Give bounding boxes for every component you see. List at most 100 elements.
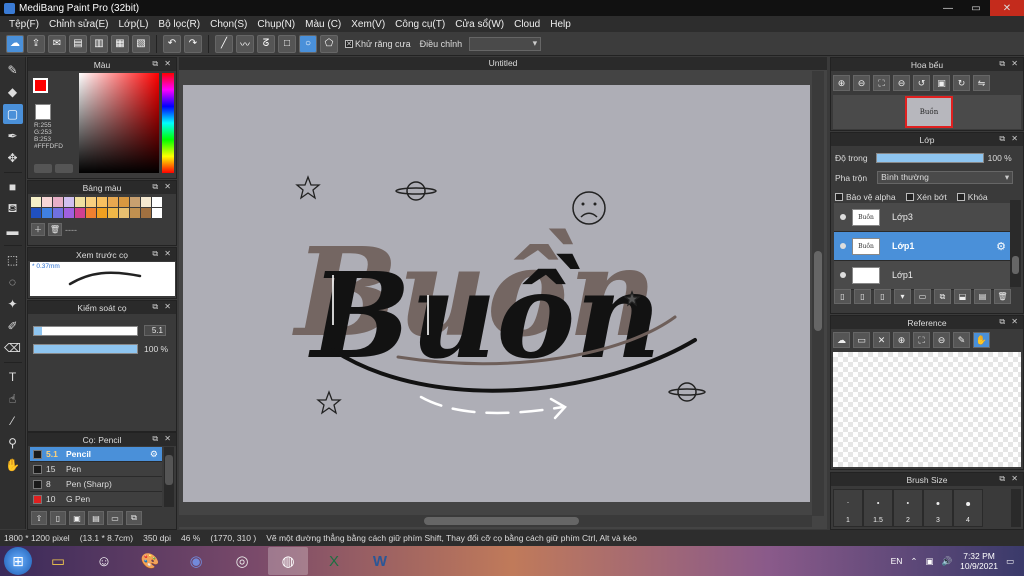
fill-rect-tool-icon[interactable]: ■ bbox=[3, 177, 23, 197]
menu-window[interactable]: Cửa sổ(W) bbox=[450, 19, 509, 30]
color-mode-button[interactable] bbox=[34, 164, 52, 173]
antialias-checkbox[interactable]: ✕ bbox=[345, 39, 353, 48]
excel-icon[interactable]: X bbox=[314, 547, 354, 575]
paint-palette-icon[interactable]: 🎨 bbox=[130, 547, 170, 575]
new-8bit-layer-icon[interactable]: ▯ bbox=[874, 289, 891, 304]
new-halftone-layer-icon[interactable]: ▯ bbox=[854, 289, 871, 304]
hue-slider[interactable] bbox=[162, 73, 174, 173]
actual-size-icon[interactable]: ⊖ bbox=[893, 75, 910, 91]
gear-icon[interactable]: ⚙ bbox=[996, 240, 1006, 253]
chrome-icon[interactable]: ◎ bbox=[222, 547, 262, 575]
panel-buttons[interactable]: ⧉ ✕ bbox=[152, 249, 173, 259]
panel-buttons[interactable]: ⧉ ✕ bbox=[999, 474, 1020, 484]
palette-swatch[interactable] bbox=[86, 197, 96, 207]
gradient-tool-icon[interactable]: ▬ bbox=[3, 221, 23, 241]
rectangle-tool-icon[interactable]: □ bbox=[278, 34, 296, 53]
brush-item[interactable]: 5.1 Pencil ⚙ bbox=[30, 447, 162, 462]
polyline-tool-icon[interactable]: 〰 bbox=[236, 34, 254, 53]
close-button[interactable]: ✕ bbox=[990, 0, 1024, 16]
palette-swatch[interactable] bbox=[53, 197, 63, 207]
brush-size-cell[interactable]: 4 bbox=[953, 489, 983, 527]
panel-buttons[interactable]: ⧉ ✕ bbox=[152, 59, 173, 69]
fit-icon[interactable]: ⛶ bbox=[873, 75, 890, 91]
lock-toggle[interactable]: Khóa bbox=[956, 192, 988, 202]
menu-file[interactable]: Tệp(F) bbox=[4, 19, 44, 30]
brush-tool-icon[interactable]: ✎ bbox=[3, 60, 23, 80]
visibility-icon[interactable] bbox=[840, 214, 846, 220]
menu-select[interactable]: Chọn(S) bbox=[205, 19, 252, 30]
canvas-horizontal-scrollbar[interactable] bbox=[179, 515, 812, 527]
start-button[interactable]: ⊞ bbox=[4, 547, 32, 575]
brush-size-cell[interactable]: 1 bbox=[833, 489, 863, 527]
color-swap-button[interactable] bbox=[55, 164, 73, 173]
reference-canvas[interactable] bbox=[833, 352, 1021, 467]
palette-swatch[interactable] bbox=[31, 208, 41, 218]
blend-mode-dropdown[interactable]: Bình thường bbox=[877, 171, 1014, 184]
eraser-tool-icon[interactable]: ◆ bbox=[3, 82, 23, 102]
transparent-color-swatch[interactable] bbox=[35, 104, 51, 120]
navigator-thumbnail[interactable]: Buồn bbox=[833, 95, 1021, 129]
antialias-toggle[interactable]: ✕ Khử răng cưa bbox=[345, 39, 411, 49]
palette-swatch[interactable] bbox=[42, 197, 52, 207]
delete-palette-icon[interactable]: 🗑 bbox=[48, 223, 62, 236]
bucket-tool-icon[interactable]: ⛾ bbox=[3, 199, 23, 219]
curve-tool-icon[interactable]: ᘔ bbox=[257, 34, 275, 53]
menu-filter[interactable]: Bộ lọc(R) bbox=[153, 19, 205, 30]
brush-size-scrollbar[interactable] bbox=[1011, 489, 1021, 527]
share-icon[interactable]: ⇪ bbox=[27, 34, 45, 53]
menu-tools[interactable]: Công cụ(T) bbox=[390, 19, 450, 30]
panel-buttons[interactable]: ⧉ ✕ bbox=[152, 434, 173, 444]
layer-item[interactable]: Lớp1 bbox=[834, 261, 1010, 290]
visibility-icon[interactable] bbox=[840, 272, 846, 278]
delete-layer-icon[interactable]: 🗑 bbox=[994, 289, 1011, 304]
palette-swatch[interactable] bbox=[75, 197, 85, 207]
zoom-in-icon[interactable]: ⊕ bbox=[833, 75, 850, 91]
flip-icon[interactable]: ⇋ bbox=[973, 75, 990, 91]
move-tool-icon[interactable]: ✥ bbox=[3, 148, 23, 168]
palette-swatch[interactable] bbox=[119, 208, 129, 218]
brush-size-cell[interactable]: 2 bbox=[893, 489, 923, 527]
ref-fit-icon[interactable]: ⛶ bbox=[913, 332, 930, 348]
ellipse-tool-icon[interactable]: ○ bbox=[299, 34, 317, 53]
cloud-icon[interactable]: ☁ bbox=[6, 34, 24, 53]
clipping-toggle[interactable]: Xén bớt bbox=[905, 192, 947, 202]
zoom-out-icon[interactable]: ⊖ bbox=[853, 75, 870, 91]
ref-eyedropper-icon[interactable]: ✎ bbox=[953, 332, 970, 348]
ref-zoom-out-icon[interactable]: ⊖ bbox=[933, 332, 950, 348]
shape-tool-icon[interactable]: ▢ bbox=[2, 104, 23, 124]
protect-alpha-toggle[interactable]: Bảo vệ alpha bbox=[835, 192, 896, 202]
undo-icon[interactable]: ↶ bbox=[163, 34, 181, 53]
brush-size-value[interactable]: 5.1 bbox=[144, 325, 166, 336]
menu-edit[interactable]: Chỉnh sửa(E) bbox=[44, 19, 114, 30]
pen-curve-tool-icon[interactable]: ✒ bbox=[3, 126, 23, 146]
upload-brush-icon[interactable]: ⇧ bbox=[31, 511, 47, 525]
saturation-value-picker[interactable] bbox=[79, 73, 159, 173]
add-layer-menu-icon[interactable]: ▾ bbox=[894, 289, 911, 304]
open-reference-icon[interactable]: ▭ bbox=[853, 332, 870, 348]
brush-list-scrollbar[interactable] bbox=[164, 447, 174, 507]
panel-buttons[interactable]: ⧉ ✕ bbox=[152, 302, 173, 312]
layer-settings-icon[interactable]: ▧ bbox=[132, 34, 150, 53]
navigator-viewport-frame[interactable]: Buồn bbox=[905, 96, 953, 128]
reset-view-icon[interactable]: ▣ bbox=[933, 75, 950, 91]
brush-item[interactable]: 10 G Pen bbox=[30, 492, 162, 507]
tray-expand-icon[interactable]: ⌃ bbox=[910, 556, 917, 567]
operation-tool-icon[interactable]: ☝ bbox=[3, 389, 23, 409]
menu-color[interactable]: Màu (C) bbox=[300, 19, 346, 30]
panel-buttons[interactable]: ⧉ ✕ bbox=[152, 182, 173, 192]
adjust-dropdown[interactable] bbox=[469, 36, 542, 51]
file-explorer-icon[interactable]: ▭ bbox=[38, 547, 78, 575]
new-folder-icon[interactable]: ▭ bbox=[914, 289, 931, 304]
menu-layer[interactable]: Lớp(L) bbox=[114, 19, 154, 30]
rotate-left-icon[interactable]: ↺ bbox=[913, 75, 930, 91]
palette-swatch[interactable] bbox=[64, 197, 74, 207]
word-icon[interactable]: W bbox=[360, 547, 400, 575]
notification-icon[interactable]: ▭ bbox=[1006, 556, 1014, 567]
divide-tool-icon[interactable]: ⁄ bbox=[3, 411, 23, 431]
polygon-tool-icon[interactable]: ⬠ bbox=[320, 34, 338, 53]
menu-capture[interactable]: Chụp(N) bbox=[252, 19, 300, 30]
palette-swatch[interactable] bbox=[97, 197, 107, 207]
layer-list-scrollbar[interactable] bbox=[1010, 200, 1021, 287]
cloud-reference-icon[interactable]: ☁ bbox=[833, 332, 850, 348]
select-pen-tool-icon[interactable]: ✐ bbox=[3, 316, 23, 336]
